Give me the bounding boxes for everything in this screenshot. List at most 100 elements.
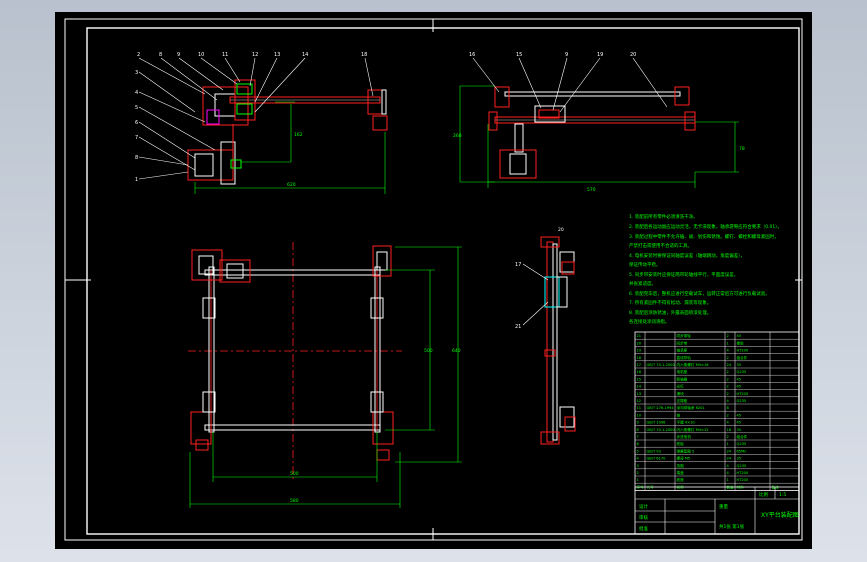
balloon-13: 13 (274, 52, 280, 58)
bom-cell: 45 (737, 377, 742, 381)
bom-cell: 电机座 (677, 369, 688, 374)
cad-viewport[interactable]: 2 8 9 10 11 12 13 14 18 3 4 5 6 7 8 1 62… (55, 12, 812, 549)
title-approver: 批准 (639, 525, 648, 532)
bom-cell: GB/T 93 (647, 449, 661, 453)
bom-cell: 8 (727, 406, 730, 410)
bom-cell: 端盖 (677, 470, 685, 475)
bom-cell: Q235 (737, 399, 747, 403)
side-view-rail (546, 241, 554, 443)
bom-cell: 2 (727, 334, 729, 338)
bom-cell: 直线导轨 (677, 355, 692, 360)
bom-cell: GB/T 70.1-2000 (647, 363, 676, 367)
balloon-4: 4 (135, 90, 138, 96)
dim-right-height-left: 268 (453, 133, 462, 139)
bom-cell: 4 (727, 349, 730, 353)
plan-view: 500 580 500 640 (188, 242, 462, 508)
title-scale-label: 比例 (759, 491, 768, 498)
title-designer: 设计 (639, 503, 648, 510)
bom-cell: 14 (637, 385, 642, 389)
note-line-2: 2. 装配后各运动副应运动灵活，无卡滞现象，轴承游隙应符合要求（0.01）。 (629, 223, 782, 230)
bom-cell: 深沟球轴承 6201 (677, 405, 705, 410)
bom-cell: 弹簧垫圈 5 (677, 448, 695, 453)
bom-cell: 19 (637, 349, 642, 353)
balloon-8-top: 8 (159, 52, 162, 58)
bom-cell: 7 (637, 435, 639, 439)
plan-rail-top (204, 269, 381, 276)
balloon-10: 10 (198, 52, 204, 58)
bom-cell: 4 (727, 399, 730, 403)
bom-cell: GB/T 276-1994 (647, 406, 675, 410)
title-checker: 审核 (639, 514, 648, 521)
dim-plan-inner-width: 500 (290, 471, 299, 477)
bom-cell: 4 (727, 471, 730, 475)
bom-cell: 45 (737, 421, 742, 425)
bom-cell: 17 (637, 363, 642, 367)
bom-cell: GB/T 70.1-2000 (647, 428, 676, 432)
dim-front-height: 162 (294, 132, 303, 138)
bom-cell: GB/T 1096 (647, 421, 667, 425)
note-line-5: 4. 电机安装时要保证同轴度误差（轴端跳动，角度偏差）， (629, 252, 745, 259)
note-line-4: 严禁打击或使用不合适的工具。 (629, 242, 692, 249)
bom-cell: 同步带 (677, 340, 688, 345)
bill-of-materials: 21 同步带轮 2 4520 同步带 1 橡胶19 轴承座 4 HT20018 直线导轨 2 组合件17… (634, 331, 800, 491)
bom-cell: 1 (637, 478, 639, 482)
balloon-21: 21 (515, 324, 521, 330)
front-view: 2 8 9 10 11 12 13 14 18 3 4 5 6 7 8 1 62… (135, 52, 388, 194)
dim-plan-outer-height: 640 (452, 348, 461, 354)
dim-plan-inner-height: 500 (424, 348, 433, 354)
bom-cell: 4 (727, 464, 730, 468)
bom-cell: 1 (727, 442, 729, 446)
bom-cell: 2 (727, 377, 729, 381)
dim-right-height-right: 78 (739, 146, 745, 152)
bom-cell: 18 (637, 356, 642, 360)
bom-cell: 24 (727, 449, 732, 453)
balloon-11: 11 (222, 52, 228, 58)
note-line-9: 6. 装配完毕后，整机应进行空载试车，运转正常后方可进行负载试验。 (629, 290, 770, 297)
dim-right-width: 570 (587, 187, 596, 193)
bom-cell: 4 (637, 457, 640, 461)
bom-cell: 45 (737, 334, 742, 338)
dim-front-width: 620 (287, 182, 296, 188)
balloon-8-left: 8 (135, 155, 138, 161)
balloon-12: 12 (252, 52, 258, 58)
drawing-frame (86, 27, 800, 535)
bom-cell: 螺母 M5 (677, 456, 691, 461)
right-view: 16 15 9 19 20 570 268 78 (453, 52, 745, 193)
note-line-6: 保证传动平稳。 (629, 261, 661, 268)
side-view: 17 21 20 (515, 227, 576, 445)
bom-cell: 滑块 (677, 391, 685, 396)
bom-cell: 16 (637, 370, 642, 374)
balloon-14: 14 (302, 52, 308, 58)
note-line-1: 1. 装配前所有零件必须清洗干净。 (629, 213, 698, 220)
bom-cell: 2 (727, 370, 729, 374)
bom-cell: 5 (637, 449, 639, 453)
bom-cell: HT200 (737, 471, 749, 475)
bom-cell: HT200 (737, 478, 749, 482)
bom-cell: HT200 (737, 349, 749, 353)
bom-cell: 光杠 (677, 384, 685, 389)
bom-cell: 2 (727, 356, 729, 360)
bom-cell: 橡胶 (737, 340, 745, 345)
balloon-3: 3 (135, 70, 138, 76)
bom-cell: 10 (637, 413, 642, 417)
bom-cell: 组合件 (737, 434, 748, 439)
balloon-9-right: 9 (565, 52, 568, 58)
bom-cell: 16 (727, 428, 732, 432)
note-line-10: 7. 所有紧固件不得有松动、漏装等现象。 (629, 299, 711, 306)
title-scale: 1:5 (779, 492, 786, 498)
bom-cell: 组合件 (737, 355, 748, 360)
bom-cell: 24 (727, 457, 732, 461)
right-view-upper-rail (504, 91, 681, 97)
balloon-9: 9 (177, 52, 180, 58)
bom-cell: 4 (727, 421, 730, 425)
balloon-18: 18 (361, 52, 367, 58)
bom-cell: 支撑座 (677, 398, 688, 403)
bom-cell: 轴承座 (677, 348, 688, 353)
bom-cell: 35 (737, 363, 742, 367)
bom-cell: 挡圈 (677, 463, 685, 468)
bom-cell: 8 (637, 428, 640, 432)
bom-cell: 35 (737, 428, 742, 432)
bom-cell: 11 (637, 406, 642, 410)
bom-cell: 24 (727, 363, 732, 367)
note-line-3: 3. 装配过程中零件不允许磕、碰、划伤和锈蚀。螺钉、螺栓和螺母紧固时， (629, 233, 779, 240)
